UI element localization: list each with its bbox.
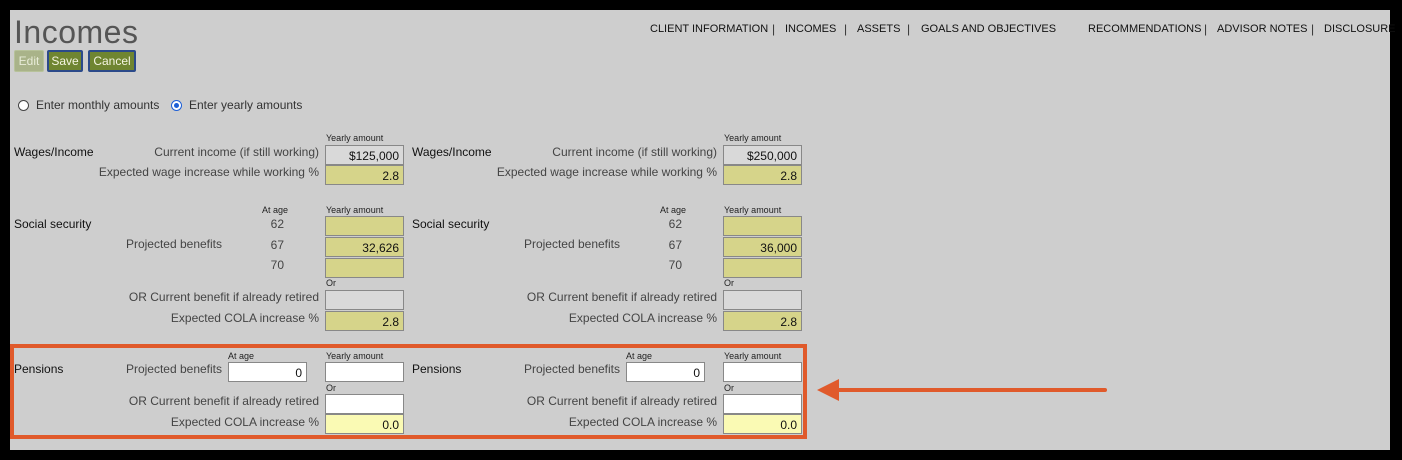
ss-cola-field[interactable]: 2.8 bbox=[723, 311, 802, 331]
ss-cola-label: Expected COLA increase % bbox=[568, 311, 717, 325]
nav-recommendations[interactable]: RECOMMENDATIONS bbox=[1088, 23, 1201, 35]
ss-current-benefit-field[interactable] bbox=[723, 290, 802, 310]
radio-button-selected[interactable] bbox=[171, 99, 182, 111]
edit-button[interactable]: Edit bbox=[14, 50, 44, 72]
nav-separator: | bbox=[1204, 22, 1208, 36]
yearly-amount-header: Yearly amount bbox=[326, 133, 384, 143]
nav-client-information[interactable]: CLIENT INFORMATION bbox=[650, 23, 768, 35]
nav-separator: | bbox=[1311, 22, 1315, 36]
ss-current-benefit-field[interactable] bbox=[325, 290, 404, 310]
projected-benefits-label: Projected benefits bbox=[125, 237, 222, 251]
cancel-button[interactable]: Cancel bbox=[88, 50, 136, 72]
wage-increase-field[interactable]: 2.8 bbox=[723, 165, 802, 185]
ss-62-field[interactable] bbox=[325, 216, 404, 236]
at-age-header: At age bbox=[660, 205, 687, 215]
radio-yearly-amounts[interactable]: Enter yearly amounts bbox=[171, 98, 302, 112]
page-title: Incomes bbox=[14, 14, 139, 50]
yearly-amount-header: Yearly amount bbox=[724, 205, 782, 215]
app-window: Incomes Edit Save Cancel CLIENT INFORMAT… bbox=[10, 10, 1396, 450]
age-62-label: 62 bbox=[668, 217, 682, 231]
ss-62-field[interactable] bbox=[723, 216, 802, 236]
radio-monthly-amounts[interactable]: Enter monthly amounts bbox=[18, 98, 159, 112]
current-income-field[interactable]: $125,000 bbox=[325, 145, 404, 165]
wages-income-heading: Wages/Income bbox=[412, 145, 492, 159]
ss-67-field[interactable]: 32,626 bbox=[325, 237, 404, 257]
yearly-amount-header: Yearly amount bbox=[724, 133, 782, 143]
age-70-label: 70 bbox=[270, 258, 284, 272]
current-income-field[interactable]: $250,000 bbox=[723, 145, 802, 165]
yearly-amount-header: Yearly amount bbox=[326, 205, 384, 215]
ss-70-field[interactable] bbox=[723, 258, 802, 278]
or-label: Or bbox=[724, 278, 734, 288]
projected-benefits-label: Projected benefits bbox=[523, 237, 620, 251]
current-income-label: Current income (if still working) bbox=[552, 145, 717, 159]
radio-yearly-label: Enter yearly amounts bbox=[189, 98, 303, 112]
ss-67-field[interactable]: 36,000 bbox=[723, 237, 802, 257]
age-67-label: 67 bbox=[270, 238, 284, 252]
age-67-label: 67 bbox=[668, 238, 682, 252]
ss-current-benefit-label: OR Current benefit if already retired bbox=[526, 290, 717, 304]
ss-70-field[interactable] bbox=[325, 258, 404, 278]
wages-income-heading: Wages/Income bbox=[14, 145, 94, 159]
social-security-heading: Social security bbox=[14, 217, 92, 231]
nav-goals-and-objectives[interactable]: GOALS AND OBJECTIVES bbox=[921, 23, 1056, 35]
nav-separator: | bbox=[907, 22, 911, 36]
nav-advisor-notes[interactable]: ADVISOR NOTES bbox=[1217, 23, 1307, 35]
save-button[interactable]: Save bbox=[47, 50, 83, 72]
nav-separator: | bbox=[772, 22, 776, 36]
wage-increase-label: Expected wage increase while working % bbox=[98, 165, 319, 179]
nav-separator: | bbox=[844, 22, 848, 36]
social-security-heading: Social security bbox=[412, 217, 490, 231]
age-62-label: 62 bbox=[270, 217, 284, 231]
annotation-arrow-icon bbox=[817, 379, 1107, 401]
ss-current-benefit-label: OR Current benefit if already retired bbox=[128, 290, 319, 304]
or-label: Or bbox=[326, 278, 336, 288]
ss-cola-label: Expected COLA increase % bbox=[170, 311, 319, 325]
at-age-header: At age bbox=[262, 205, 289, 215]
pensions-highlight-box bbox=[10, 344, 807, 439]
nav-disclosure[interactable]: DISCLOSURE bbox=[1324, 23, 1396, 35]
wage-increase-field[interactable]: 2.8 bbox=[325, 165, 404, 185]
current-income-label: Current income (if still working) bbox=[154, 145, 319, 159]
nav-incomes[interactable]: INCOMES bbox=[785, 23, 836, 35]
radio-button[interactable] bbox=[18, 99, 29, 111]
nav-assets[interactable]: ASSETS bbox=[857, 23, 900, 35]
age-70-label: 70 bbox=[668, 258, 682, 272]
radio-monthly-label: Enter monthly amounts bbox=[36, 98, 160, 112]
ss-cola-field[interactable]: 2.8 bbox=[325, 311, 404, 331]
wage-increase-label: Expected wage increase while working % bbox=[496, 165, 717, 179]
